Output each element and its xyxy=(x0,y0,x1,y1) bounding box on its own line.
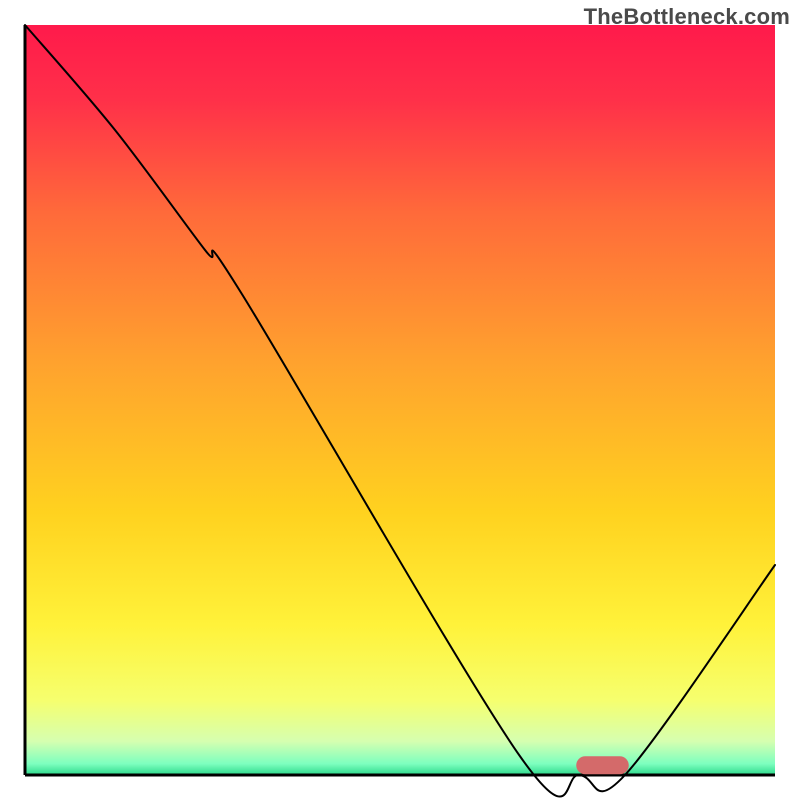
watermark-text: TheBottleneck.com xyxy=(584,4,790,30)
bottleneck-chart xyxy=(0,0,800,800)
plot-background xyxy=(25,25,775,775)
chart-container: TheBottleneck.com xyxy=(0,0,800,800)
optimal-marker xyxy=(576,756,629,774)
